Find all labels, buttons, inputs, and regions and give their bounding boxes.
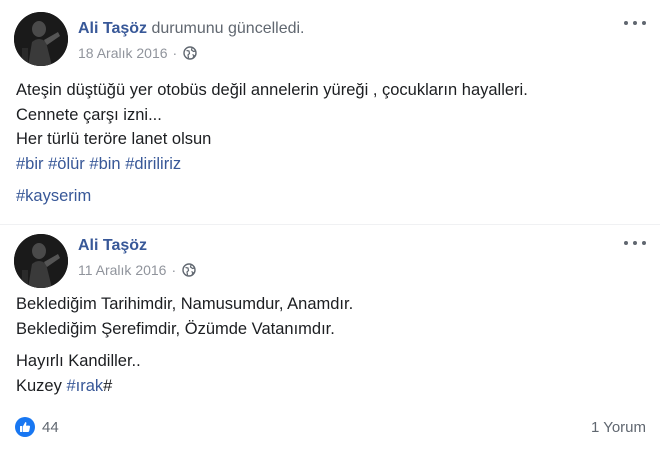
avatar-photo <box>14 234 68 288</box>
author-line: Ali Taşöz durumunu güncelledi. <box>78 20 305 38</box>
comments-count-link[interactable]: 1 Yorum <box>591 419 646 436</box>
post-body: Ateşin düştüğü yer otobüs değil anneleri… <box>16 78 528 209</box>
more-options-icon[interactable] <box>624 16 646 30</box>
post-separator <box>0 224 660 225</box>
globe-icon[interactable] <box>183 46 197 60</box>
author-line: Ali Taşöz <box>78 237 147 255</box>
post-text-line: Beklediğim Tarihimdir, Namusumdur, Anamd… <box>16 295 354 313</box>
meta-separator: · <box>172 45 178 61</box>
text-fragment: Kuzey <box>16 376 67 395</box>
post-text-line: Kuzey #ırak# <box>16 374 353 399</box>
author-avatar[interactable] <box>14 12 68 66</box>
post-text-line: Her türlü teröre lanet olsun <box>16 130 212 148</box>
hashtags-line: #bir #ölür #bin #diriliriz <box>16 152 528 177</box>
post-date-link[interactable]: 18 Aralık 2016 <box>78 45 168 61</box>
post-text-line: Hayırlı Kandiller.. <box>16 352 141 370</box>
post-text-line: Ateşin düştüğü yer otobüs değil anneleri… <box>16 81 528 99</box>
more-options-icon[interactable] <box>624 236 646 250</box>
hashtags-line: #kayserim <box>16 184 528 209</box>
meta-separator: · <box>171 262 177 278</box>
hashtag-link[interactable]: #ölür <box>48 155 85 173</box>
text-fragment: # <box>103 376 113 395</box>
globe-icon[interactable] <box>182 263 196 277</box>
post-meta: 11 Aralık 2016 · <box>78 262 196 278</box>
post-body: Beklediğim Tarihimdir, Namusumdur, Anamd… <box>16 292 353 398</box>
post-date-link[interactable]: 11 Aralık 2016 <box>78 262 166 278</box>
author-name-link[interactable]: Ali Taşöz <box>78 237 147 254</box>
like-thumb-icon <box>15 417 35 437</box>
author-avatar[interactable] <box>14 234 68 288</box>
post-1: Ali Taşöz durumunu güncelledi. 18 Aralık… <box>0 0 660 226</box>
post-meta: 18 Aralık 2016 · <box>78 45 197 61</box>
author-name-link[interactable]: Ali Taşöz <box>78 20 147 37</box>
hashtag-link[interactable]: #kayserim <box>16 187 91 205</box>
post-text-line: Cennete çarşı izni... <box>16 105 162 124</box>
post-2: Ali Taşöz 11 Aralık 2016 · Beklediğim Ta… <box>0 226 660 463</box>
hashtag-link[interactable]: #diriliriz <box>125 155 181 173</box>
hashtag-link[interactable]: #bin <box>89 155 120 173</box>
like-count: 44 <box>42 418 59 436</box>
hashtag-link[interactable]: #ırak <box>66 377 103 395</box>
avatar-photo <box>14 12 68 66</box>
post-text-line: Beklediğim Şerefimdir, Özümde Vatanımdır… <box>16 319 335 338</box>
author-action-text: durumunu güncelledi. <box>151 20 305 37</box>
hashtag-link[interactable]: #bir <box>16 155 44 173</box>
reactions-summary[interactable]: 44 <box>15 417 59 437</box>
